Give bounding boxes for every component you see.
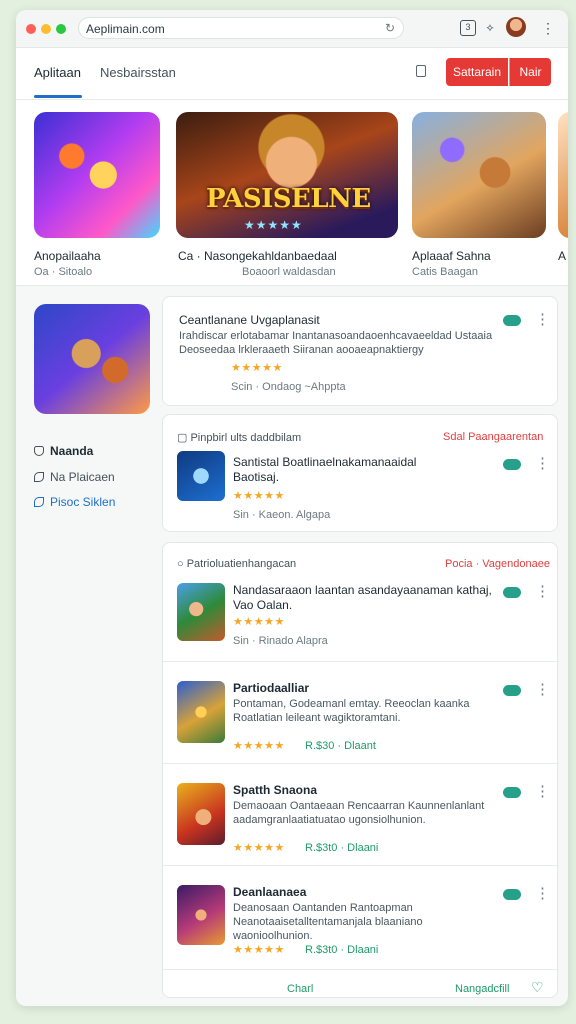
shield-icon (34, 446, 44, 456)
minimize-window-button[interactable] (41, 24, 51, 34)
row-title[interactable]: Deanlaanaea (233, 885, 306, 900)
footer-button-right[interactable]: Nangadcfill (455, 983, 509, 995)
sidebar-item-home[interactable]: Naanda (34, 444, 93, 458)
rating-stars: ★★★★★ (233, 842, 285, 854)
reload-icon[interactable]: ↻ (385, 21, 395, 35)
profile-avatar[interactable] (506, 17, 526, 37)
featured-panel[interactable]: Ceantlanane Uvgaplanasit Irahdiscar erlo… (162, 296, 558, 406)
browser-chrome: Aeplimain.com ↻ 3 ⟡ ⋮ (16, 10, 568, 48)
game-thumbnail (558, 112, 568, 238)
card-title: Anopailaaha (34, 249, 101, 263)
card-subtitle: Boaoorl waldasdan (242, 266, 336, 278)
gamepad-icon[interactable] (503, 787, 521, 798)
secondary-action-button[interactable]: Nair (509, 58, 551, 86)
row-title[interactable]: Partiodaalliar (233, 681, 309, 696)
lock-icon[interactable] (416, 65, 426, 77)
rating-stars: ★★★★★ (231, 362, 283, 374)
row-description: Pontaman, Godeamanl emtay. Reeoclan kaan… (233, 698, 470, 724)
row-description: Demaoaan Oantaeaan Rencaarran Kaunnenlan… (233, 800, 485, 826)
close-window-button[interactable] (26, 24, 36, 34)
card-subtitle: Oa · Sitoalo (34, 266, 93, 278)
gamepad-icon[interactable] (503, 685, 521, 696)
rating-stars: ★★★★★ (233, 490, 285, 502)
section-header: ○ Patrioluatienhangacan (177, 558, 297, 570)
more-options-icon[interactable]: ⋮ (535, 682, 550, 697)
gamepad-icon[interactable] (503, 459, 521, 470)
row-title[interactable]: Spatth Snaona (233, 783, 317, 798)
card-title: Ca · Nasongekahldanbaedaal (178, 249, 337, 263)
featured-carousel: Anopailaaha Oa · Sitoalo PASISELNE ★★★★★… (16, 100, 568, 286)
row-title[interactable]: Santistal Boatlinaelnakamanaaidal Baotis… (233, 455, 433, 485)
featured-title: Ceantlanane Uvgaplanasit (179, 313, 320, 327)
more-options-icon[interactable]: ⋮ (535, 584, 550, 599)
row-meta: R.$30 · Dlaant (305, 740, 376, 752)
row-meta: R.$3t0 · Dlaani (305, 842, 379, 854)
sidebar-item-label: Pisoc Siklen (50, 495, 116, 509)
more-options-icon[interactable]: ⋮ (535, 886, 550, 901)
banner-logo-text: PASISELNE (206, 184, 371, 214)
active-tab-indicator (34, 95, 82, 98)
gamepad-icon[interactable] (503, 315, 521, 326)
sidebar-item-link[interactable]: Pisoc Siklen (34, 495, 115, 509)
card-subtitle: Catis Baagan (412, 266, 479, 278)
featured-description: Irahdiscar erlotabamar Inantanasoandaoen… (179, 330, 493, 356)
gamepad-icon[interactable] (503, 889, 521, 900)
gamepad-icon[interactable] (503, 587, 521, 598)
leaf-icon (34, 497, 44, 507)
row-meta: Sin · Kaeon. Algapa (233, 509, 331, 521)
featured-meta: Scin · Ondaog ~Ahppta (231, 381, 346, 393)
card-title: A (558, 249, 567, 263)
tabs-icon[interactable]: 3 (460, 20, 476, 36)
tab-applications[interactable]: Aplitaan (34, 65, 81, 80)
row-divider (163, 661, 559, 662)
rating-stars: ★★★★★ (233, 944, 285, 956)
url-text: Aeplimain.com (86, 22, 165, 36)
banner-stars: ★★★★★ (244, 218, 303, 232)
section-panel-1: ▢ Pinpbirl ults daddbilam Sdal Paangaare… (162, 414, 558, 532)
app-thumbnail[interactable] (177, 583, 225, 641)
row-divider (163, 865, 559, 866)
row-description: Deanosaan Oantanden Rantoapman Neanotaai… (233, 902, 423, 942)
top-nav: Aplitaan Nesbairsstan Sattarain Nair (16, 48, 568, 100)
sidebar: Naanda Na Plaicaen Pisoc Siklen (16, 286, 162, 1006)
rating-stars: ★★★★★ (233, 740, 285, 752)
card-title: Aplaaaf Sahna (412, 249, 491, 263)
game-banner: PASISELNE ★★★★★ (176, 112, 398, 238)
address-bar[interactable]: Aeplimain.com ↻ (78, 17, 404, 39)
more-options-icon[interactable]: ⋮ (535, 312, 550, 327)
game-thumbnail (412, 112, 546, 238)
section-link[interactable]: Sdal Paangaarentan (443, 431, 543, 443)
footer-button-left[interactable]: Charl (287, 983, 313, 995)
app-thumbnail[interactable] (177, 885, 225, 945)
section-link[interactable]: Pocia · Vagendonaee (445, 558, 550, 570)
sidebar-game-thumbnail[interactable] (34, 304, 150, 414)
browser-menu-icon[interactable]: ⋮ (540, 20, 556, 36)
app-thumbnail[interactable] (177, 681, 225, 743)
section-header-label: Pinpbirl ults daddbilam (190, 432, 302, 444)
more-options-icon[interactable]: ⋮ (535, 456, 550, 471)
leaf-icon (34, 472, 44, 482)
sidebar-item-label: Naanda (50, 444, 94, 458)
primary-action-button[interactable]: Sattarain (446, 58, 508, 86)
row-title[interactable]: Nandasaraaon laantan asandayaanaman kath… (233, 583, 493, 613)
sidebar-item-label: Na Plaicaen (50, 470, 115, 484)
row-meta: R.$3t0 · Dlaani (305, 944, 379, 956)
rating-stars: ★★★★★ (233, 616, 285, 628)
extension-icon[interactable]: ⟡ (482, 20, 498, 36)
maximize-window-button[interactable] (56, 24, 66, 34)
row-divider (163, 763, 559, 764)
browser-window: Aeplimain.com ↻ 3 ⟡ ⋮ Aplitaan Nesbairss… (16, 10, 568, 1006)
app-thumbnail[interactable] (177, 783, 225, 845)
app-thumbnail[interactable] (177, 451, 225, 501)
row-meta: Sin · Rinado Alapra (233, 635, 328, 647)
more-options-icon[interactable]: ⋮ (535, 784, 550, 799)
sidebar-item-placeholder[interactable]: Na Plaicaen (34, 470, 115, 484)
tab-secondary[interactable]: Nesbairsstan (100, 65, 176, 80)
heart-icon[interactable]: ♡ (531, 979, 544, 996)
section-header: ▢ Pinpbirl ults daddbilam (177, 432, 302, 444)
footer-divider (163, 969, 559, 970)
game-thumbnail (34, 112, 160, 238)
section-panel-2: ○ Patrioluatienhangacan Pocia · Vagendon… (162, 542, 559, 998)
section-header-label: Patrioluatienhangacan (186, 558, 297, 570)
